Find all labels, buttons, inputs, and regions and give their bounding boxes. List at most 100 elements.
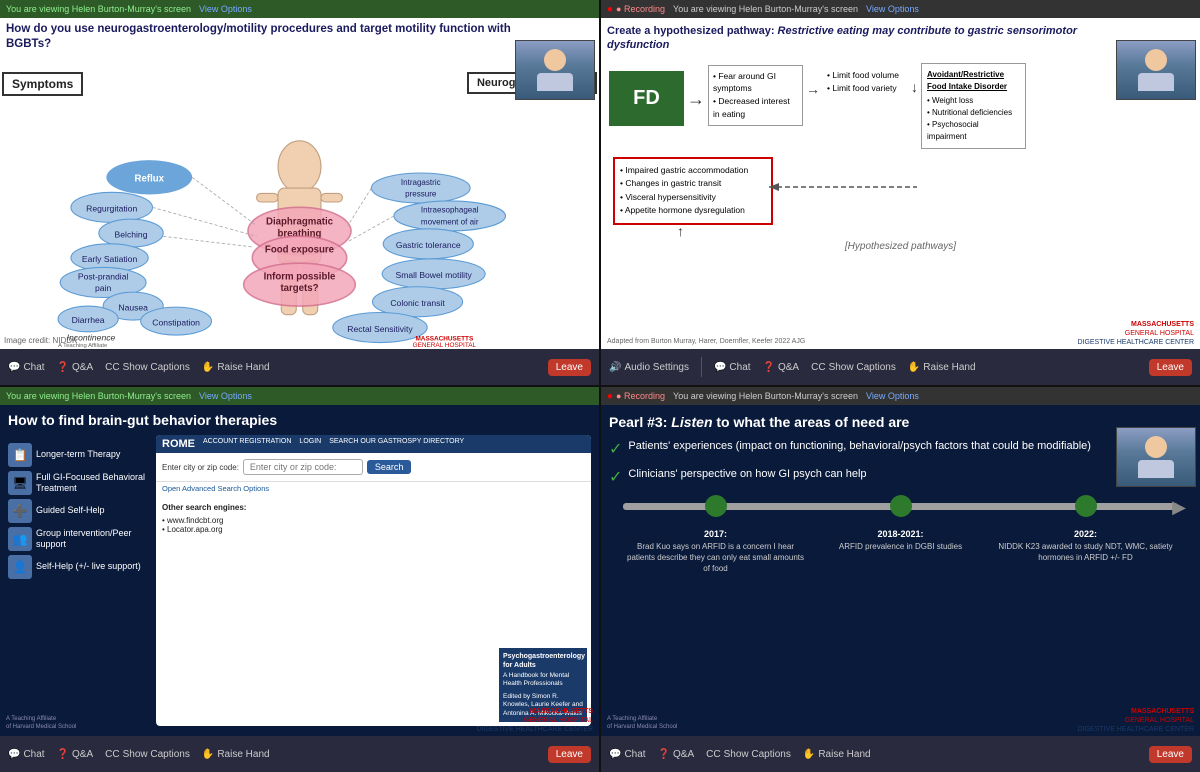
leave-btn-2[interactable]: Leave — [1149, 359, 1192, 376]
full-gi-label: Full GI-Focused Behavioral Treatment — [36, 472, 148, 495]
svg-text:Diarrhea: Diarrhea — [72, 315, 105, 325]
rome-header: ROME ACCOUNT REGISTRATION LOGIN SEARCH O… — [156, 435, 591, 453]
rome-search-button[interactable]: Search — [367, 460, 412, 474]
longer-term-icon: 📋 — [8, 443, 32, 467]
rome-search-input[interactable] — [243, 459, 363, 475]
arfid-item-2: • Nutritional deficiencies — [927, 107, 1020, 119]
bottombar-top-left: 💬 Chat ❓ Q&A CC Show Captions ✋ Raise Ha… — [0, 349, 599, 385]
viewing-text-3: You are viewing Helen Burton-Murray's sc… — [6, 391, 191, 401]
captions-icon-4: CC — [706, 749, 720, 760]
view-options-btn-3[interactable]: View Options — [199, 391, 252, 401]
timeline-dot-1 — [705, 495, 727, 517]
chat-btn-1[interactable]: 💬 Chat — [8, 362, 45, 373]
captions-btn-4[interactable]: CC Show Captions — [706, 749, 791, 760]
recording-label-4: ● Recording — [616, 391, 665, 401]
qa-btn-2[interactable]: ❓ Q&A — [763, 362, 800, 373]
rome-nav-3[interactable]: SEARCH OUR GASTROSPY DIRECTORY — [329, 438, 464, 450]
main-grid: You are viewing Helen Burton-Murray's sc… — [0, 0, 1200, 772]
viewing-text: You are viewing Helen Burton-Murray's sc… — [6, 4, 191, 14]
svg-text:Small Bowel motility: Small Bowel motility — [395, 270, 472, 280]
ladder-item-4: 👥 Group intervention/Peer support — [8, 527, 148, 551]
chat-btn-2[interactable]: 💬 Chat — [714, 362, 751, 373]
limit-item-2: • Limit food variety — [827, 82, 904, 96]
avatar-head — [544, 49, 566, 71]
timeline-bar-container: ▶ — [623, 503, 1178, 510]
audio-settings-btn[interactable]: 🔊 Audio Settings — [609, 362, 689, 373]
advanced-search-link[interactable]: Open Advanced Search Options — [156, 482, 591, 495]
down-arrow-col: ↓ — [911, 63, 918, 95]
captions-icon-3: CC — [105, 749, 119, 760]
check-icon-1: ✓ — [609, 439, 622, 459]
svg-text:Food exposure: Food exposure — [265, 244, 335, 255]
svg-text:Intragastric: Intragastric — [401, 178, 441, 187]
avatar-face-4 — [1117, 428, 1195, 486]
qa-btn-3[interactable]: ❓ Q&A — [57, 749, 94, 760]
captions-btn-2[interactable]: CC Show Captions — [811, 362, 896, 373]
chat-btn-3[interactable]: 💬 Chat — [8, 749, 45, 760]
timeline-dot-3 — [1075, 495, 1097, 517]
view-options-btn[interactable]: View Options — [199, 4, 252, 14]
captions-btn-3[interactable]: CC Show Captions — [105, 749, 190, 760]
timeline-text-2: ARFID prevalence in DGBI studies — [812, 541, 990, 552]
chat-icon-3: 💬 — [8, 749, 20, 760]
audio-icon: 🔊 — [609, 362, 621, 373]
arrow-2: → — [806, 81, 820, 97]
teaching-affiliate-4: A Teaching Affiliateof Harvard Medical S… — [607, 716, 677, 732]
leave-btn-4[interactable]: Leave — [1149, 746, 1192, 763]
chat-btn-4[interactable]: 💬 Chat — [609, 749, 646, 760]
rome-search-area: Enter city or zip code: Search — [156, 453, 591, 482]
check-item-1: ✓ Patients' experiences (impact on funct… — [609, 439, 1102, 459]
panel-bottom-left: You are viewing Helen Burton-Murray's sc… — [0, 387, 599, 772]
qa-icon-2: ❓ — [763, 362, 775, 373]
svg-text:Inform possible: Inform possible — [264, 271, 336, 282]
view-options-btn-2[interactable]: View Options — [866, 4, 919, 14]
qa-btn-4[interactable]: ❓ Q&A — [658, 749, 695, 760]
rome-nav-2[interactable]: LOGIN — [299, 438, 321, 450]
raise-hand-icon-4: ✋ — [803, 749, 815, 760]
svg-text:Regurgitation: Regurgitation — [86, 204, 137, 214]
raise-hand-btn-3[interactable]: ✋ Raise Hand — [202, 749, 270, 760]
topbar-top-right: ● ● Recording You are viewing Helen Burt… — [601, 0, 1200, 18]
limit-item-1: • Limit food volume — [827, 69, 904, 83]
arfid-item-1: • Weight loss — [927, 95, 1020, 107]
mgh-logo-3: MASSACHUSETTS GENERAL HOSPITAL DIGESTIVE… — [476, 707, 593, 734]
mgh-name-4: MASSACHUSETTS — [1131, 708, 1194, 715]
arrows-col: → — [806, 63, 820, 97]
engine-2: • Locator.apa.org — [162, 525, 585, 534]
arrow-3: ↓ — [911, 79, 918, 95]
qa-btn-1[interactable]: ❓ Q&A — [57, 362, 94, 373]
topbar-bottom-left: You are viewing Helen Burton-Murray's sc… — [0, 387, 599, 405]
timeline-item-1: 2017: Brad Kuo says on ARFID is a concer… — [627, 528, 805, 574]
arfid-box: Avoidant/Restrictive Food Intake Disorde… — [921, 63, 1026, 149]
chat-icon: 💬 — [8, 362, 20, 373]
other-engines-label: Other search engines: • www.findcbt.org … — [156, 499, 591, 538]
guided-icon: ➕ — [8, 499, 32, 523]
arfid-item-3: • Psychosocial impairment — [927, 119, 1020, 143]
svg-text:targets?: targets? — [280, 283, 318, 294]
svg-text:Early Satiation: Early Satiation — [82, 254, 138, 264]
timeline-text-3: NIDDK K23 awarded to study NDT, WMC, sat… — [997, 541, 1175, 563]
raise-hand-btn-2[interactable]: ✋ Raise Hand — [908, 362, 976, 373]
avatar-top-left — [515, 40, 595, 100]
raise-hand-btn-1[interactable]: ✋ Raise Hand — [202, 362, 270, 373]
raise-hand-btn-4[interactable]: ✋ Raise Hand — [803, 749, 871, 760]
ladder-item-5: 👤 Self-Help (+/- live support) — [8, 555, 148, 579]
mgh-logo-4: MASSACHUSETTS GENERAL HOSPITAL DIGESTIVE… — [1077, 707, 1194, 734]
raise-hand-icon-3: ✋ — [202, 749, 214, 760]
leave-btn-3[interactable]: Leave — [548, 746, 591, 763]
therapy-ladder: 📋 Longer-term Therapy 🖥 Full GI-Focused … — [8, 435, 148, 726]
timeline-year-3: 2022: — [997, 528, 1175, 541]
avatar-face — [516, 41, 594, 99]
rome-nav-1[interactable]: ACCOUNT REGISTRATION — [203, 438, 291, 450]
svg-text:GENERAL HOSPITAL: GENERAL HOSPITAL — [413, 342, 477, 349]
topbar-top-left: You are viewing Helen Burton-Murray's sc… — [0, 0, 599, 18]
slide-title-4: Pearl #3: Listen to what the areas of ne… — [609, 413, 1192, 431]
longer-term-label: Longer-term Therapy — [36, 449, 120, 461]
rome-website: ROME ACCOUNT REGISTRATION LOGIN SEARCH O… — [156, 435, 591, 726]
timeline-dot-2 — [890, 495, 912, 517]
captions-btn-1[interactable]: CC Show Captions — [105, 362, 190, 373]
leave-btn-1[interactable]: Leave — [548, 359, 591, 376]
group-icon: 👥 — [8, 527, 32, 551]
view-options-btn-4[interactable]: View Options — [866, 391, 919, 401]
limit-food-box: • Limit food volume • Limit food variety — [823, 65, 908, 100]
